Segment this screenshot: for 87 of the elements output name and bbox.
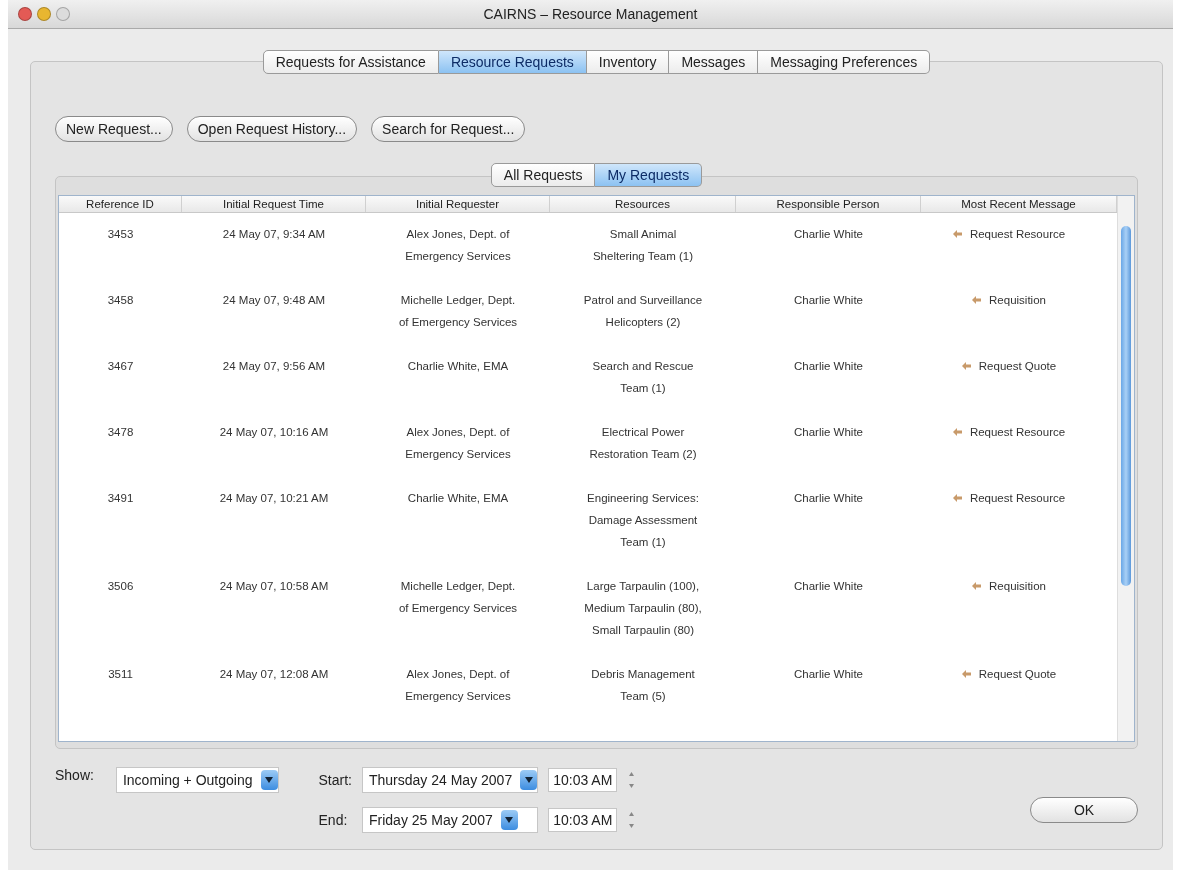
table-cell-text: 3467 [107,359,134,374]
table-cell-text: Charlie White [794,227,863,242]
arrow-icon [952,494,962,502]
table-cell-text: Request Quote [978,359,1057,374]
ok-button[interactable]: OK [1030,797,1138,823]
table-cell-text: Electrical Power Restoration Team (2) [589,425,697,462]
table-cell-text: Small Animal Sheltering Team (1) [592,227,694,264]
arrow-icon [972,296,982,304]
date-dropdown[interactable]: Friday 25 May 2007 [362,807,539,833]
minimize-icon[interactable] [37,7,51,21]
table-cell-text: Charlie White, EMA [407,491,509,506]
table-cell-text: Charlie White [794,359,863,374]
table-cell-text: 24 May 07, 9:34 AM [222,227,326,242]
column-header[interactable]: Initial Request Time [182,196,366,212]
show-dropdown[interactable]: Incoming + Outgoing [115,767,279,793]
dropdown-arrow-button[interactable] [260,770,278,790]
window-title: CAIRNS – Resource Management [483,6,698,22]
tab[interactable]: Resource Requests [438,50,587,74]
table-cell-text: Alex Jones, Dept. of Emergency Services [405,425,511,462]
table-cell-text: Charlie White, EMA [407,359,509,374]
table-cell-text: 3506 [107,579,134,594]
table-cell-text: Search and Rescue Team (1) [592,359,694,396]
date-dropdown[interactable]: Thursday 24 May 2007 [362,767,539,793]
column-header[interactable]: Resources [550,196,736,212]
tab[interactable]: Messages [669,50,759,74]
table-cell-text: Alex Jones, Dept. of Emergency Services [405,667,511,704]
tab[interactable]: Inventory [586,50,670,74]
column-header[interactable]: Initial Requester [366,196,550,212]
scrollbar[interactable] [1117,196,1134,741]
time-field[interactable]: 10:03 AM [548,808,618,832]
tab[interactable]: Messaging Preferences [758,50,931,74]
table-cell-text: Debris Management Team (5) [591,667,695,704]
table-cell-text: Charlie White [794,491,863,506]
table-cell-text: Charlie White [794,667,863,682]
table-cell-text: 24 May 07, 9:48 AM [222,293,326,308]
table-cell-text: Charlie White [794,579,863,594]
show-label: Show: [55,767,94,783]
table-cell-text: Charlie White [794,293,863,308]
column-header[interactable]: Reference ID [59,196,182,212]
zoom-icon[interactable] [56,7,70,21]
table-cell-text: Requisition [989,579,1046,594]
table-cell-text: 3458 [107,293,134,308]
time-field[interactable]: 10:03 AM [548,768,618,792]
table-cell-text: 24 May 07, 10:21 AM [219,491,329,506]
table-cell-text: Large Tarpaulin (100), Medium Tarpaulin (80), Small Tarpaulin (80) [584,579,702,638]
dropdown-arrow-button[interactable] [520,770,538,790]
column-header[interactable]: Responsible Person [736,196,921,212]
table-cell-text: 3511 [108,667,133,682]
tab[interactable]: All Requests [490,163,596,187]
table-cell-text: Alex Jones, Dept. of Emergency Services [405,227,511,264]
table-cell-text: Request Resource [969,425,1066,440]
table-cell-text: Request Quote [978,667,1057,682]
table-cell-text: 24 May 07, 10:16 AM [219,425,329,440]
table-cell-text: 24 May 07, 12:08 AM [219,667,329,682]
stepper-icon[interactable] [627,809,637,831]
table-cell-text: Michelle Ledger, Dept. of Emergency Services [398,579,518,616]
table-cell-text: 3453 [107,227,134,242]
caret-icon [524,777,533,783]
action-button[interactable]: New Request... [55,116,173,142]
table-cell-text: Engineering Services: Damage Assessment Team (1) [587,491,699,550]
tab[interactable]: My Requests [595,163,703,187]
start-label: Start: [318,772,352,788]
table-cell-text: Michelle Ledger, Dept. of Emergency Services [398,293,518,330]
arrow-icon [952,428,962,436]
stepper-icon[interactable] [627,769,637,791]
table-cell-text: Request Resource [969,227,1066,242]
close-icon[interactable] [18,7,32,21]
scroll-thumb[interactable] [1121,226,1131,586]
table-cell-text: 24 May 07, 9:56 AM [222,359,326,374]
action-button[interactable]: Search for Request... [371,116,526,142]
table-cell-text: Charlie White [794,425,863,440]
tab[interactable]: Requests for Assistance [262,50,439,74]
arrow-icon [961,362,971,370]
table-cell-text: 24 May 07, 10:58 AM [219,579,329,594]
caret-icon [265,777,273,783]
end-label: End: [318,812,349,828]
table-cell-text: 3491 [107,491,134,506]
table-cell-text: Requisition [989,293,1046,308]
table-cell-text: Request Resource [969,491,1066,506]
caret-icon [505,817,514,823]
arrow-icon [961,670,971,678]
arrow-icon [972,582,982,590]
arrow-icon [952,230,962,238]
table-cell-text: Patrol and Surveillance Helicopters (2) [583,293,703,330]
action-button[interactable]: Open Request History... [186,116,358,142]
dropdown-arrow-button[interactable] [500,810,518,830]
table-cell-text: 3478 [107,425,134,440]
